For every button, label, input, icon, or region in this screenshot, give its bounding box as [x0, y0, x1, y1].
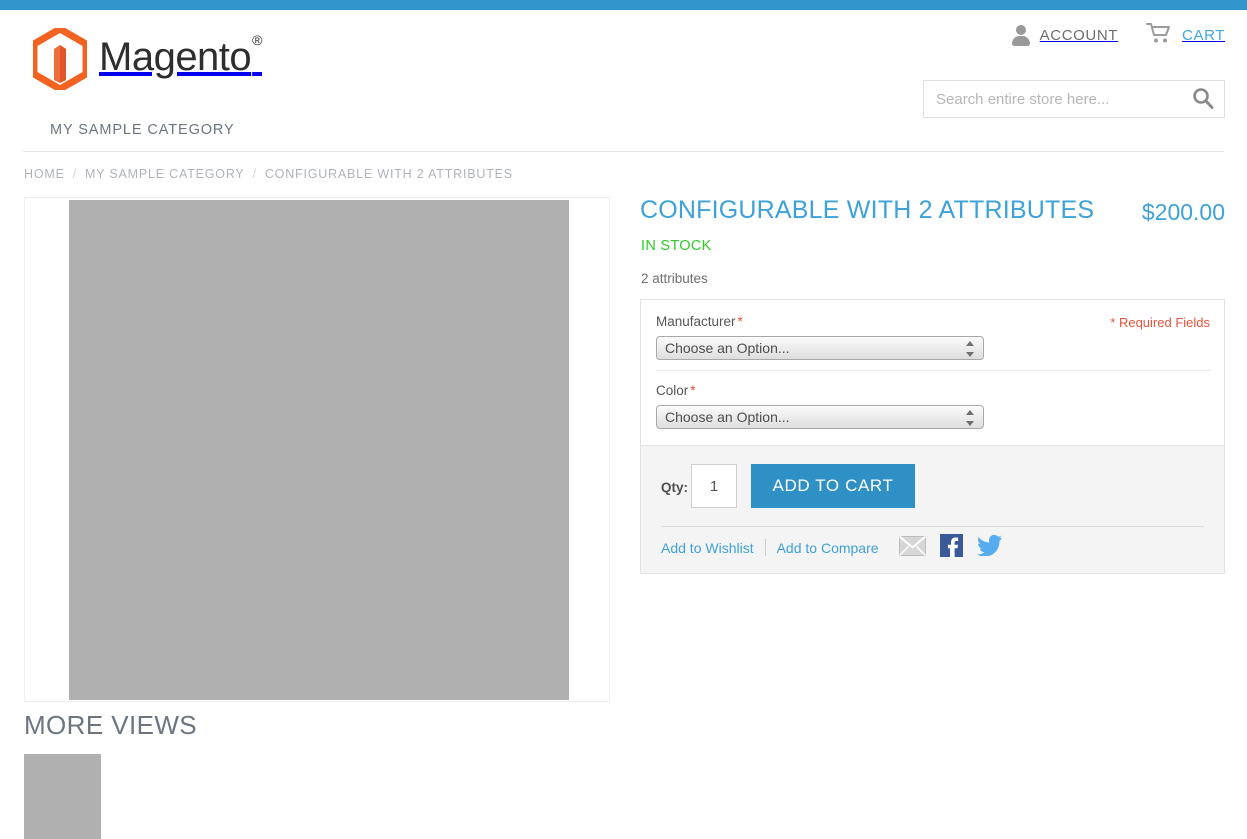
- manufacturer-select[interactable]: Choose an Option...: [656, 336, 984, 360]
- twitter-share-icon[interactable]: [977, 534, 1002, 561]
- required-asterisk: *: [690, 383, 696, 398]
- breadcrumb-item-home[interactable]: HOME: [24, 167, 65, 181]
- option-label-color: Color *: [656, 383, 984, 398]
- cart-link[interactable]: CART: [1146, 22, 1225, 48]
- search-icon: [1193, 87, 1214, 109]
- product-main-image[interactable]: [69, 200, 569, 700]
- product-short-description: 2 attributes: [641, 271, 708, 286]
- site-header: Magento® ACCOUNT CART: [0, 10, 1247, 118]
- chevron-updown-icon: [966, 340, 975, 358]
- search-button[interactable]: [1186, 84, 1220, 114]
- add-to-cart-band: Qty: ADD TO CART Add to Wishlist Add to …: [641, 445, 1224, 573]
- manufacturer-select-value: Choose an Option...: [665, 340, 790, 356]
- cart-icon: [1146, 22, 1173, 48]
- add-to-wishlist-link[interactable]: Add to Wishlist: [661, 540, 754, 556]
- top-accent-bar: [0, 0, 1247, 10]
- email-share-icon[interactable]: [898, 535, 927, 561]
- more-views-heading: MORE VIEWS: [24, 710, 198, 740]
- share-icons: [898, 534, 1002, 562]
- facebook-share-icon[interactable]: [940, 534, 963, 562]
- cart-label: CART: [1182, 26, 1225, 44]
- magento-logo-icon: [30, 24, 90, 94]
- magento-logo[interactable]: Magento®: [30, 24, 262, 94]
- logo-wordmark: Magento®: [99, 32, 262, 79]
- required-fields-note: * Required Fields: [1110, 315, 1210, 330]
- product-action-links: Add to Wishlist Add to Compare: [661, 539, 879, 556]
- user-icon: [1011, 24, 1031, 46]
- color-select-value: Choose an Option...: [665, 409, 790, 425]
- option-label-text: Manufacturer: [656, 314, 736, 329]
- breadcrumb-item-current: CONFIGURABLE WITH 2 ATTRIBUTES: [264, 167, 513, 181]
- link-separator: [764, 539, 766, 556]
- breadcrumb-item-category[interactable]: MY SAMPLE CATEGORY: [85, 167, 245, 181]
- breadcrumb-separator: /: [72, 167, 77, 181]
- quantity-input[interactable]: [691, 464, 737, 508]
- chevron-updown-icon: [966, 409, 975, 427]
- breadcrumb: HOME / MY SAMPLE CATEGORY / CONFIGURABLE…: [24, 167, 513, 181]
- option-label-manufacturer: Manufacturer *: [656, 314, 984, 329]
- search-input[interactable]: [924, 81, 1182, 117]
- breadcrumb-separator: /: [252, 167, 257, 181]
- nav-item-my-sample-category[interactable]: MY SAMPLE CATEGORY: [50, 122, 235, 138]
- status-badge: IN STOCK: [641, 238, 712, 254]
- qty-label: Qty:: [661, 480, 688, 495]
- page-title: CONFIGURABLE WITH 2 ATTRIBUTES: [640, 196, 1095, 224]
- product-price: $200.00: [1141, 199, 1225, 225]
- product-options-box: * Required Fields Manufacturer * Choose a…: [640, 299, 1225, 574]
- product-image-container[interactable]: [24, 197, 610, 702]
- option-divider: [656, 370, 1211, 371]
- option-label-text: Color: [656, 383, 689, 398]
- required-asterisk: *: [737, 314, 743, 329]
- account-link[interactable]: ACCOUNT: [1011, 24, 1118, 46]
- main-navigation: MY SAMPLE CATEGORY: [23, 116, 1224, 152]
- add-to-cart-button[interactable]: ADD TO CART: [751, 464, 915, 508]
- account-label: ACCOUNT: [1039, 26, 1119, 44]
- option-field-manufacturer: Manufacturer * Choose an Option...: [656, 314, 984, 360]
- option-field-color: Color * Choose an Option...: [656, 383, 984, 429]
- search-box: [923, 80, 1225, 118]
- color-select[interactable]: Choose an Option...: [656, 405, 984, 429]
- product-thumbnail-1[interactable]: [24, 754, 101, 839]
- add-to-compare-link[interactable]: Add to Compare: [777, 540, 879, 556]
- cart-band-divider: [661, 526, 1204, 527]
- header-links: ACCOUNT CART: [1011, 22, 1225, 48]
- product-page: Magento® ACCOUNT CART Search entire stor…: [0, 0, 1247, 839]
